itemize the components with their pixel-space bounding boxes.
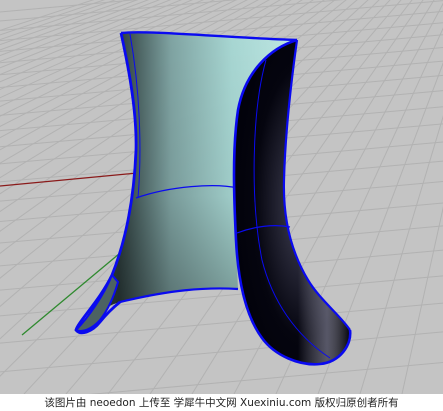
watermark-text: 该图片由 neoedon 上传至 学犀牛中文网 Xuexiniu.com 版权归…: [44, 397, 399, 409]
3d-viewport[interactable]: [0, 0, 443, 411]
watermark-bar: 该图片由 neoedon 上传至 学犀牛中文网 Xuexiniu.com 版权归…: [0, 394, 443, 411]
viewport-canvas[interactable]: [0, 0, 443, 394]
